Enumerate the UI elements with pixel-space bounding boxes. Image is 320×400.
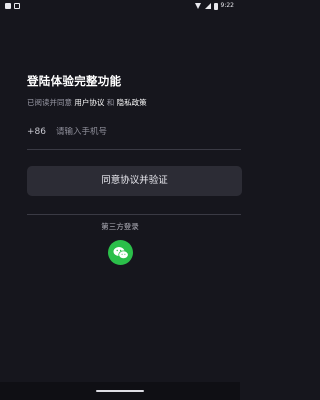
agreement-line: 已阅读并同意 用户协议 和 隐私政策 xyxy=(27,97,147,108)
section-divider xyxy=(27,214,241,215)
status-bar: 9:22 xyxy=(0,0,240,12)
wechat-login-button[interactable] xyxy=(108,240,133,265)
signal-icon xyxy=(204,3,211,9)
notification-icon xyxy=(5,3,11,9)
country-code[interactable]: +86 xyxy=(27,127,56,137)
agreement-prefix: 已阅读并同意 xyxy=(27,98,72,107)
notification-icon-2 xyxy=(14,3,20,9)
agreement-and: 和 xyxy=(106,98,115,107)
home-gesture-bar[interactable] xyxy=(96,390,144,392)
phone-input[interactable] xyxy=(56,127,206,137)
wifi-icon xyxy=(194,3,202,9)
wechat-icon xyxy=(113,246,129,259)
agree-verify-button[interactable]: 同意协议并验证 xyxy=(27,166,242,196)
status-time: 9:22 xyxy=(220,2,234,9)
user-agreement-link[interactable]: 用户协议 xyxy=(74,98,104,107)
status-right: 9:22 xyxy=(194,2,234,10)
battery-icon xyxy=(213,2,218,10)
third-party-title: 第三方登录 xyxy=(101,222,139,231)
page-title: 登陆体验完整功能 xyxy=(27,74,122,88)
privacy-policy-link[interactable]: 隐私政策 xyxy=(117,98,147,107)
phone-divider xyxy=(27,149,241,150)
navigation-bar xyxy=(0,382,240,400)
phone-row: +86 xyxy=(27,127,240,137)
status-left xyxy=(5,3,20,9)
